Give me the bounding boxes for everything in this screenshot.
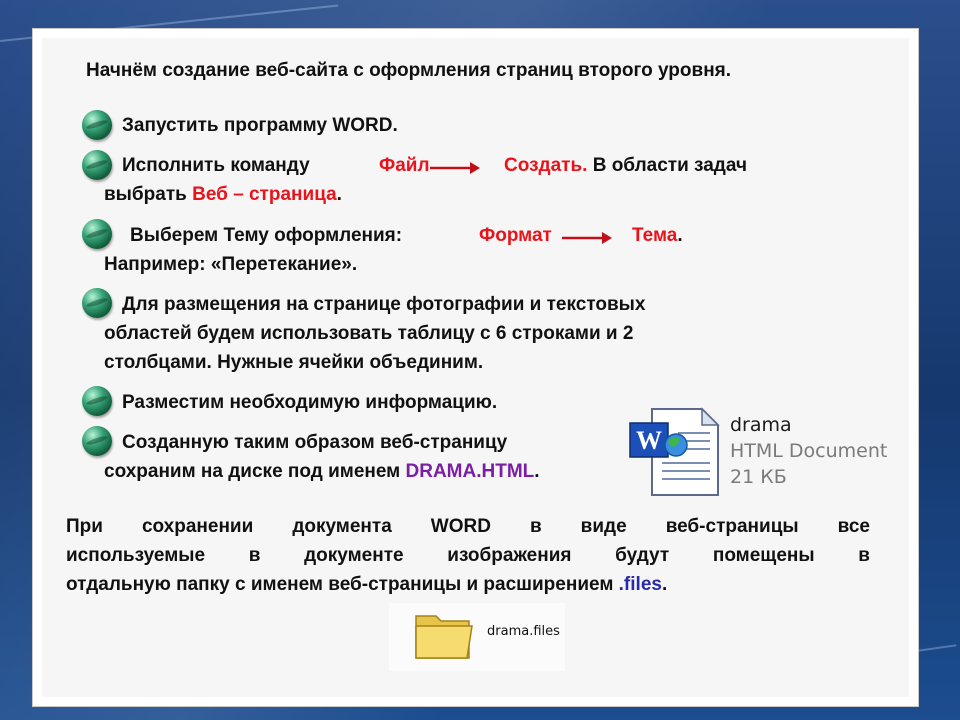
step-2-post: В области задач: [587, 155, 747, 176]
folder-label: drama.files: [487, 624, 560, 639]
paragraph-word: все: [837, 516, 870, 537]
web-page-label: Веб – страница: [192, 184, 337, 205]
document-size: 21 КБ: [730, 466, 787, 488]
step-5-text: Разместим необходимую информацию.: [122, 392, 498, 413]
filename-drama-html: DRAMA.HTML: [405, 461, 535, 482]
files-extension: .files: [618, 574, 662, 595]
step-3-line2: Например: «Перетекание».: [104, 254, 358, 275]
step-4-line3: столбцами. Нужные ячейки объединим.: [104, 352, 484, 373]
paragraph-word: используемые: [66, 545, 206, 566]
step-6-line2-post: .: [534, 461, 540, 482]
paragraph-line-3-end: .: [661, 574, 668, 595]
paragraph-line-1: При сохранении документа WORD в виде веб-стран…: [66, 512, 870, 541]
paragraph-word: При: [66, 516, 103, 537]
paragraph-word: будут: [615, 545, 670, 566]
globe-bullet-icon: [82, 219, 112, 249]
globe-bullet-icon: [82, 426, 112, 456]
arrow-right-icon: [562, 232, 612, 244]
paragraph-line-3: отдальную папку с именем веб-страницы и …: [66, 570, 870, 599]
step-4-line1: Для размещения на странице фотографии и …: [122, 294, 646, 315]
paragraph-word: WORD: [430, 516, 491, 537]
step-2-line1-end: Создать. В области задач: [504, 151, 747, 180]
step-4-line2: областей будем использовать таблицу с 6 …: [104, 323, 634, 344]
step-3-pre: Выберем Тему оформления:: [130, 225, 403, 246]
word-w-glyph: W: [636, 426, 662, 455]
document-name: drama: [730, 414, 792, 436]
paragraph-word: изображения: [447, 545, 572, 566]
step-2-line1: Исполнить команду: [122, 151, 310, 180]
arrow-right-icon: [430, 162, 480, 174]
globe-bullet-icon: [82, 288, 112, 318]
paragraph-word: документе: [304, 545, 404, 566]
step-2-line2-post: .: [336, 184, 342, 205]
paragraph-word: в: [529, 516, 542, 537]
step-6-line2-pre: сохраним на диске под именем: [104, 461, 406, 482]
menu-create: Создать.: [504, 155, 588, 176]
paragraph-word: в: [248, 545, 261, 566]
menu-file: Файл: [379, 155, 430, 176]
paragraph-line-2: используемые в документе изображения будут по…: [66, 541, 870, 570]
step-2-line2-pre: выбрать: [104, 184, 193, 205]
paragraph-word: виде: [580, 516, 627, 537]
globe-bullet-icon: [82, 150, 112, 180]
paragraph-word: в: [858, 545, 870, 566]
slide-heading: Начнём создание веб-сайта с оформления с…: [86, 60, 732, 81]
word-html-document-icon: W: [629, 407, 720, 496]
step-6-line2: сохраним на диске под именем DRAMA.HTML.: [104, 457, 540, 486]
globe-bullet-icon: [82, 386, 112, 416]
paragraph-word: веб-страницы: [665, 516, 799, 537]
globe-bullet-icon: [82, 110, 112, 140]
paragraph-line-3-text: отдальную папку с именем веб-страницы и …: [66, 574, 619, 595]
paragraph-word: помещены: [712, 545, 815, 566]
menu-theme: Тема: [632, 225, 678, 246]
step-6-line1: Созданную таким образом веб-страницу: [122, 432, 508, 453]
folder-icon: [415, 615, 473, 659]
save-explanation-paragraph: При сохранении документа WORD в виде веб-стран…: [66, 512, 870, 599]
document-type: HTML Document: [730, 440, 888, 462]
step-3-theme: Тема.: [632, 221, 683, 250]
menu-format: Формат: [479, 225, 552, 246]
step-2-line2: выбрать Веб – страница.: [104, 180, 342, 209]
paragraph-word: сохранении: [141, 516, 254, 537]
step-3-post: .: [677, 225, 683, 246]
step-1-text: Запустить программу WORD.: [122, 115, 398, 136]
paragraph-word: документа: [292, 516, 392, 537]
step-2-pre: Исполнить команду: [122, 155, 310, 176]
